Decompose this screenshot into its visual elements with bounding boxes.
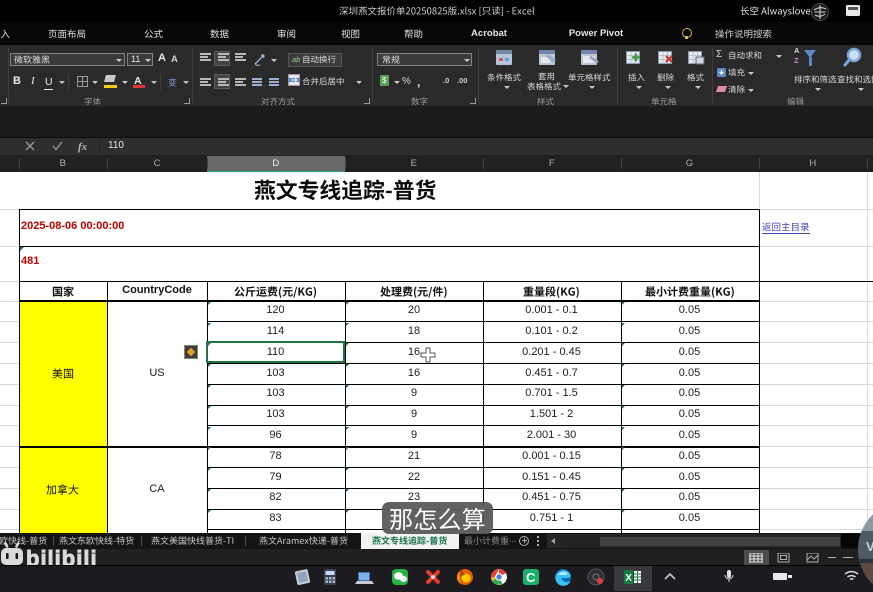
svg-text:fx: fx	[78, 141, 88, 153]
svg-text:X: X	[625, 573, 632, 584]
svg-text:VIC: VIC	[866, 539, 873, 554]
svg-text:C: C	[526, 570, 536, 585]
